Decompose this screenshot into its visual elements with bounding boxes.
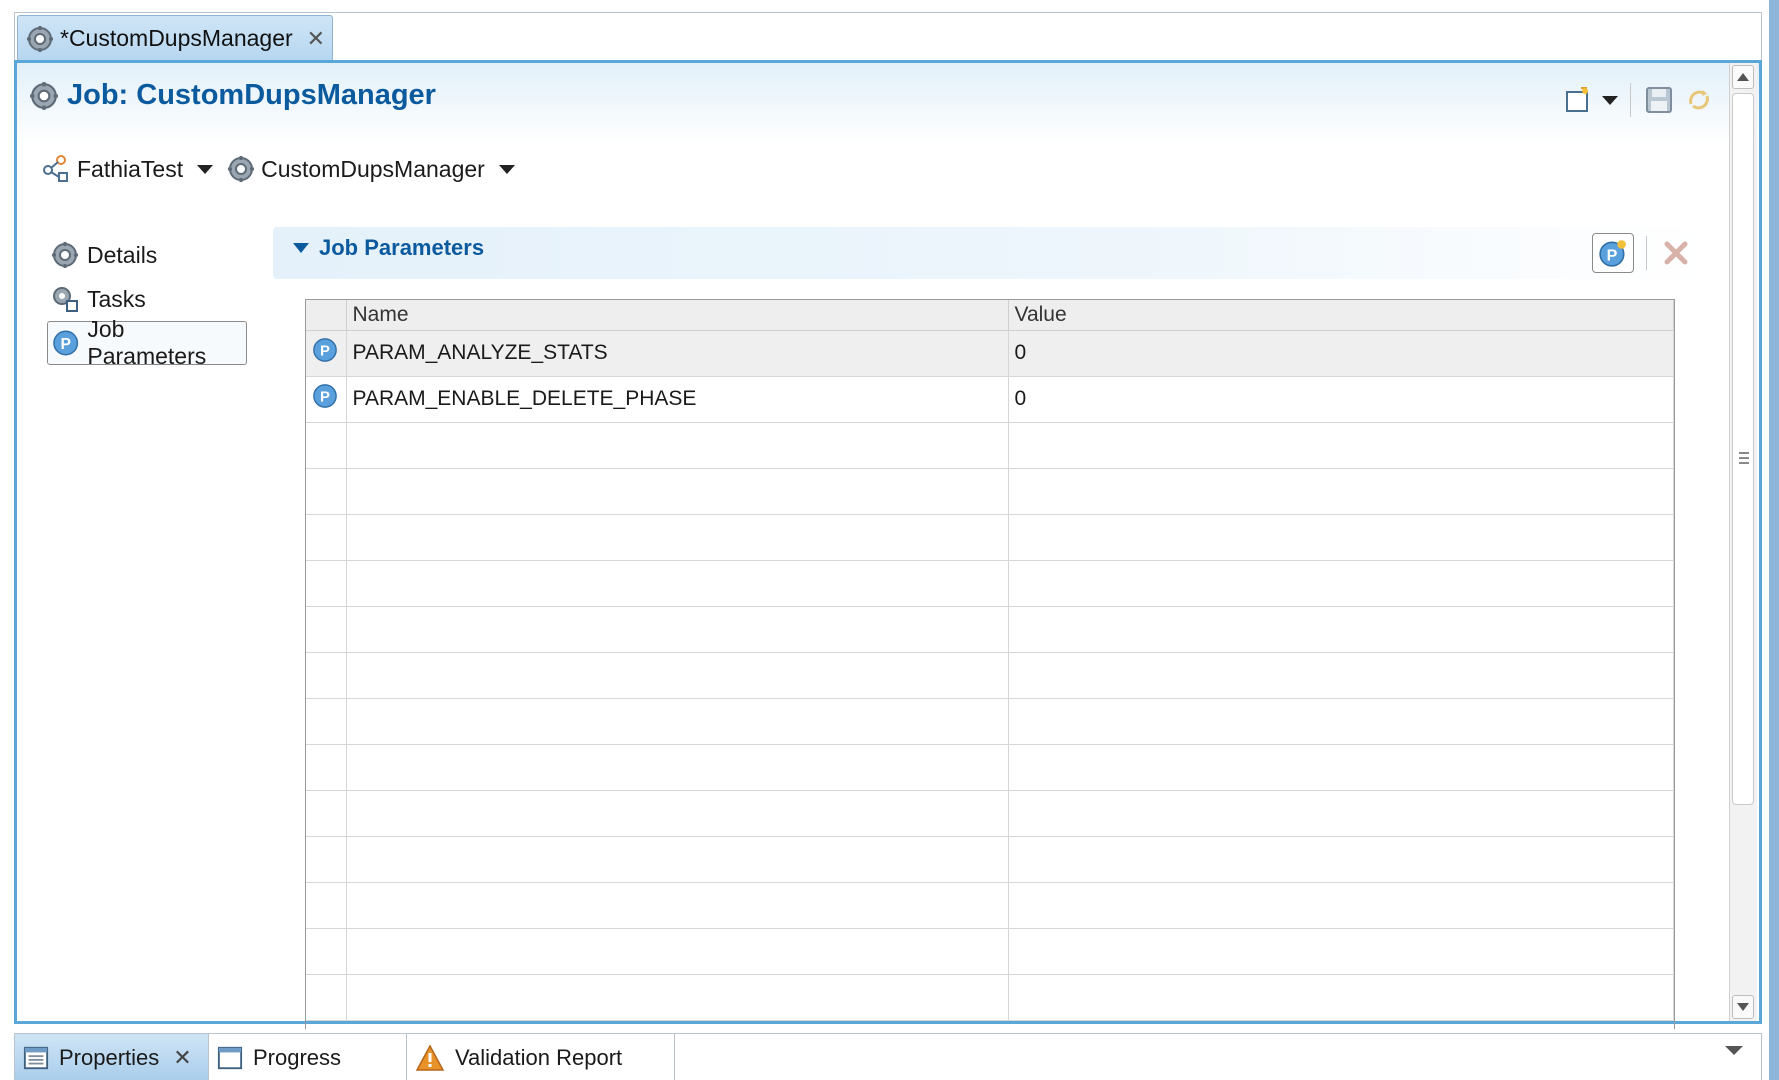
section-header: Job Parameters P <box>273 227 1707 279</box>
breadcrumb-project-label: FathiaTest <box>77 155 184 182</box>
empty-table-row <box>306 928 1674 975</box>
param-value-cell[interactable]: 0 <box>1008 376 1674 423</box>
empty-table-row <box>306 882 1674 929</box>
gear-icon <box>228 156 255 182</box>
param-name-cell[interactable]: PARAM_ANALYZE_STATS <box>346 330 1009 377</box>
view-menu-chevron-icon[interactable] <box>1725 1046 1743 1055</box>
page-title-text: Job: CustomDupsManager <box>67 79 436 111</box>
window-edge <box>1769 0 1779 1080</box>
chevron-down-icon[interactable] <box>197 164 214 174</box>
nav-item-label: Job Parameters <box>87 316 207 369</box>
header-toolbar <box>1562 83 1715 117</box>
toolbar-separator <box>1630 83 1631 117</box>
save-icon <box>1646 87 1672 113</box>
nav-item-job-parameters[interactable]: P Job Parameters <box>47 316 247 369</box>
parameters-table: Name Value P PARAM_ANALYZE_STATS 0 P PAR… <box>305 299 1675 1029</box>
grip-icon <box>1739 452 1749 464</box>
section-title-text: Job Parameters <box>319 235 485 260</box>
svg-text:P: P <box>60 336 70 353</box>
tab-progress[interactable]: Progress <box>209 1034 407 1080</box>
empty-table-row <box>306 698 1674 745</box>
collapse-arrow-icon[interactable] <box>293 243 309 253</box>
toolbar-separator <box>1646 236 1647 270</box>
tab-properties[interactable]: Properties ✕ <box>15 1034 209 1080</box>
left-nav: Details Tasks P Job Parameters <box>47 233 257 369</box>
nav-item-label: Details <box>87 241 158 268</box>
breadcrumb-job-label: CustomDupsManager <box>261 155 485 182</box>
scroll-down-button[interactable] <box>1732 995 1754 1019</box>
empty-table-row <box>306 836 1674 883</box>
svg-text:P: P <box>320 390 330 406</box>
add-parameter-button[interactable]: P <box>1592 233 1634 273</box>
empty-table-row <box>306 606 1674 653</box>
editor-tab-title: *CustomDupsManager <box>60 25 293 51</box>
tab-label: Validation Report <box>455 1044 623 1070</box>
bottom-tabbar: Properties ✕ Progress Validation Report <box>14 1033 1762 1080</box>
svg-text:P: P <box>320 344 330 360</box>
table-row[interactable]: P PARAM_ANALYZE_STATS 0 <box>306 330 1674 377</box>
warning-icon <box>415 1043 445 1071</box>
tab-validation-report[interactable]: Validation Report <box>407 1034 675 1080</box>
chevron-down-icon[interactable] <box>1602 95 1618 105</box>
section-toggle[interactable]: Job Parameters <box>293 235 484 261</box>
empty-table-row <box>306 744 1674 791</box>
nav-item-tasks[interactable]: Tasks <box>47 277 257 321</box>
table-header-row: Name Value <box>306 300 1674 331</box>
delete-button[interactable] <box>1659 236 1693 270</box>
tasks-icon <box>53 287 78 312</box>
empty-table-row <box>306 422 1674 469</box>
new-document-icon <box>1566 87 1588 112</box>
empty-table-row <box>306 468 1674 515</box>
param-name-cell[interactable]: PARAM_ENABLE_DELETE_PHASE <box>346 376 1009 423</box>
empty-table-row <box>306 514 1674 561</box>
save-button[interactable] <box>1643 84 1675 116</box>
properties-icon <box>23 1046 49 1069</box>
refresh-button[interactable] <box>1683 84 1715 116</box>
column-header-value[interactable]: Value <box>1008 300 1674 331</box>
gear-icon <box>27 25 53 52</box>
empty-table-row <box>306 974 1674 1021</box>
new-item-button[interactable] <box>1562 84 1594 116</box>
scroll-thumb[interactable] <box>1732 93 1754 805</box>
empty-table-row <box>306 652 1674 699</box>
vertical-scrollbar[interactable] <box>1729 63 1757 1021</box>
tab-label: Progress <box>253 1044 342 1070</box>
add-parameter-icon: P <box>1599 240 1626 267</box>
breadcrumb: FathiaTest CustomDupsManager <box>43 155 529 183</box>
editor-tabbar: *CustomDupsManager ✕ <box>14 12 1762 61</box>
param-value-cell[interactable]: 0 <box>1008 330 1674 377</box>
parameter-icon: P <box>313 338 337 362</box>
gear-icon <box>30 81 58 110</box>
progress-icon <box>217 1046 243 1069</box>
close-icon[interactable]: ✕ <box>307 26 325 52</box>
table-row[interactable]: P PARAM_ENABLE_DELETE_PHASE 0 <box>306 376 1674 423</box>
svg-text:P: P <box>1607 247 1618 265</box>
nav-item-details[interactable]: Details <box>47 233 257 277</box>
parameter-icon: P <box>53 330 79 356</box>
empty-table-row <box>306 560 1674 607</box>
section-toolbar: P <box>1592 233 1693 273</box>
breadcrumb-project[interactable]: FathiaTest <box>43 155 214 183</box>
column-header-name[interactable]: Name <box>346 300 1009 331</box>
scroll-up-button[interactable] <box>1732 65 1754 89</box>
nav-item-label: Tasks <box>87 285 146 312</box>
editor-body: Job: CustomDupsManager FathiaTest Custom… <box>14 60 1762 1029</box>
column-header-icon <box>306 300 347 331</box>
project-icon <box>43 155 68 182</box>
close-icon[interactable]: ✕ <box>173 1045 191 1071</box>
empty-table-row <box>306 790 1674 837</box>
refresh-icon <box>1689 90 1709 110</box>
tab-label: Properties <box>59 1044 160 1070</box>
breadcrumb-job[interactable]: CustomDupsManager <box>227 155 515 183</box>
delete-icon <box>1664 241 1688 265</box>
page-title: Job: CustomDupsManager <box>29 79 436 112</box>
chevron-down-icon[interactable] <box>498 164 515 174</box>
editor-tab[interactable]: *CustomDupsManager ✕ <box>17 15 333 61</box>
parameter-icon: P <box>313 384 337 408</box>
gear-icon <box>52 242 78 268</box>
